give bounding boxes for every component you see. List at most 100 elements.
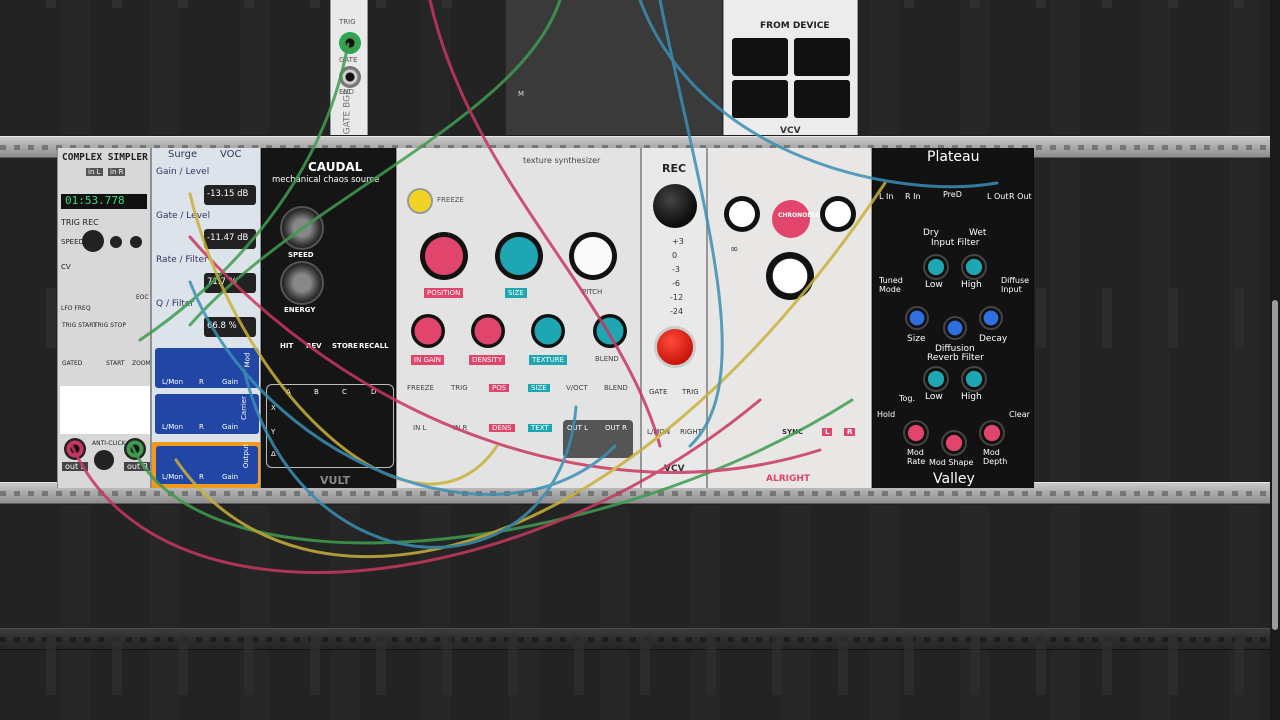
rec-title: REC (662, 162, 687, 175)
chrono-l-label: L (822, 428, 833, 436)
trig-stop-label: TRIG STOP (94, 322, 126, 329)
in-l-label: in L (86, 168, 103, 176)
chrono-time-knob[interactable] (766, 252, 814, 300)
waveform-display (60, 386, 150, 434)
surge-brand: Surge (168, 149, 198, 160)
trigger-strip-module[interactable]: TRIG GATE END DGATE BGR (330, 0, 368, 135)
rec-gain-knob[interactable] (653, 184, 697, 228)
size-in-label: SIZE (528, 384, 550, 392)
mod-row-name: Mod (243, 352, 252, 368)
complex-simpler-module[interactable]: COMPLEX SIMPLER in L in R 01:53.778 TRIG… (57, 148, 151, 488)
in-gain-knob[interactable] (411, 314, 445, 348)
reverb-high-knob[interactable] (961, 366, 987, 392)
pitch-label: PITCH (582, 288, 603, 296)
diffusion-knob[interactable] (943, 316, 967, 340)
rate-filter-label: Rate / Filter (156, 255, 208, 265)
hit-button-label: HIT (280, 342, 294, 350)
voc-title: VOC (220, 149, 242, 160)
plateau-mod-depth: Mod Depth (983, 448, 1008, 466)
mod-depth-knob[interactable] (979, 420, 1005, 446)
fine-knob[interactable] (110, 236, 122, 248)
vcv-rack-window: TRIG GATE END DGATE BGR M FROM DEVICE VC… (0, 0, 1280, 720)
mixer-module[interactable]: M (505, 0, 723, 135)
rate-filter-value: 71.7 % (204, 273, 256, 293)
chrono-left-knob[interactable] (724, 196, 760, 232)
vult-brand: VULT (320, 474, 351, 487)
rec-gate-label: GATE (649, 388, 668, 396)
output-gain-label: Gain (222, 473, 239, 481)
size-knob[interactable] (905, 306, 929, 330)
rec-lmon-label: L/MON (647, 428, 671, 436)
freeze-label: FREEZE (437, 196, 464, 204)
anti-click-label: ANTI-CLICK (92, 440, 126, 447)
rev-button-label: REV (306, 342, 322, 350)
complex-simpler-title: COMPLEX SIMPLER (62, 152, 148, 163)
anti-click-knob[interactable] (94, 450, 114, 470)
speed-knob-label: SPEED (288, 251, 314, 259)
rec-trig-label: TRIG (682, 388, 699, 396)
speed-big-knob[interactable] (280, 206, 324, 250)
size-knob[interactable] (495, 232, 543, 280)
in-r-label: IN R (453, 424, 468, 432)
trig-jack[interactable] (339, 32, 361, 54)
gate-level-label: Gate / Level (156, 211, 211, 221)
mod-shape-knob[interactable] (941, 430, 967, 456)
density-knob[interactable] (471, 314, 505, 348)
plateau-title: Plateau (927, 149, 980, 165)
text-in-label: TEXT (528, 424, 552, 432)
octave-knob[interactable] (130, 236, 142, 248)
matrix-row-delta: Δ (271, 450, 276, 458)
valley-brand: Valley (933, 471, 975, 487)
speed-knob[interactable] (82, 230, 104, 252)
meter-m6: -6 (672, 279, 680, 288)
texture-synth-module[interactable]: texture synthesizer FREEZE POSITION SIZE… (396, 148, 641, 488)
caudal-module[interactable]: CAUDAL mechanical chaos source SPEED ENE… (261, 148, 396, 488)
rec-brand: VCV (664, 464, 685, 474)
matrix-col-b: B (314, 388, 319, 396)
surge-vocoder-module[interactable]: Surge VOC Gain / Level -13.15 dB Gate / … (151, 148, 261, 488)
in-gain-label: IN GAIN (411, 355, 445, 365)
matrix-col-d: D (371, 388, 377, 396)
matrix-col-a: A (286, 388, 291, 396)
carrier-r-label: R (199, 423, 204, 431)
chrono-right-knob[interactable] (820, 196, 856, 232)
audio-interface-module[interactable]: FROM DEVICE VCV (723, 0, 858, 135)
plateau-module[interactable]: Plateau L In R In PreD L Out R Out Dry W… (872, 148, 1034, 488)
position-knob[interactable] (420, 232, 468, 280)
gate-jack[interactable] (339, 66, 361, 88)
carrier-row-name: Carrier (239, 396, 248, 420)
strip-vertical-label: DGATE BGR (342, 88, 353, 135)
out-l-jack[interactable] (64, 438, 86, 460)
reverb-low-knob[interactable] (923, 366, 949, 392)
chronoblob-module[interactable]: CHRONOBLOB ∞ SYNC L R ALRIGHT (707, 148, 872, 488)
out-r-label: OUT R (605, 424, 627, 432)
energy-big-knob[interactable] (280, 261, 324, 305)
zoom-label: ZOOM (132, 360, 151, 367)
device-port-grid (732, 38, 850, 120)
voct-in-label: V/OCT (566, 384, 588, 392)
blend-knob[interactable] (593, 314, 627, 348)
q-filter-value: 66.8 % (204, 317, 256, 337)
input-high-knob[interactable] (961, 254, 987, 280)
scroll-thumb[interactable] (1272, 300, 1278, 630)
vcv-brand: VCV (780, 126, 801, 135)
position-label: POSITION (424, 288, 464, 298)
mod-rate-knob[interactable] (903, 420, 929, 446)
freeze-button[interactable] (407, 188, 433, 214)
out-r-jack[interactable] (124, 438, 146, 460)
plateau-input-high: High (961, 280, 982, 290)
plateau-lin: L In (879, 192, 894, 201)
trig-start-label: TRIG START (62, 322, 97, 329)
recorder-module[interactable]: REC +3 0 -3 -6 -12 -24 GATE TRIG L/MON R… (641, 148, 707, 488)
record-button[interactable] (654, 326, 696, 368)
density-label: DENSITY (469, 355, 506, 365)
pitch-knob[interactable] (569, 232, 617, 280)
q-filter-label: Q / Filter (156, 299, 195, 309)
plateau-tog: Tog. (899, 394, 916, 403)
input-low-knob[interactable] (923, 254, 949, 280)
plateau-diffuse-input: Diffuse Input (1001, 276, 1030, 294)
texture-knob[interactable] (531, 314, 565, 348)
texture-label: TEXTURE (529, 355, 568, 365)
plateau-hold: Hold (877, 410, 896, 419)
decay-knob[interactable] (979, 306, 1003, 330)
